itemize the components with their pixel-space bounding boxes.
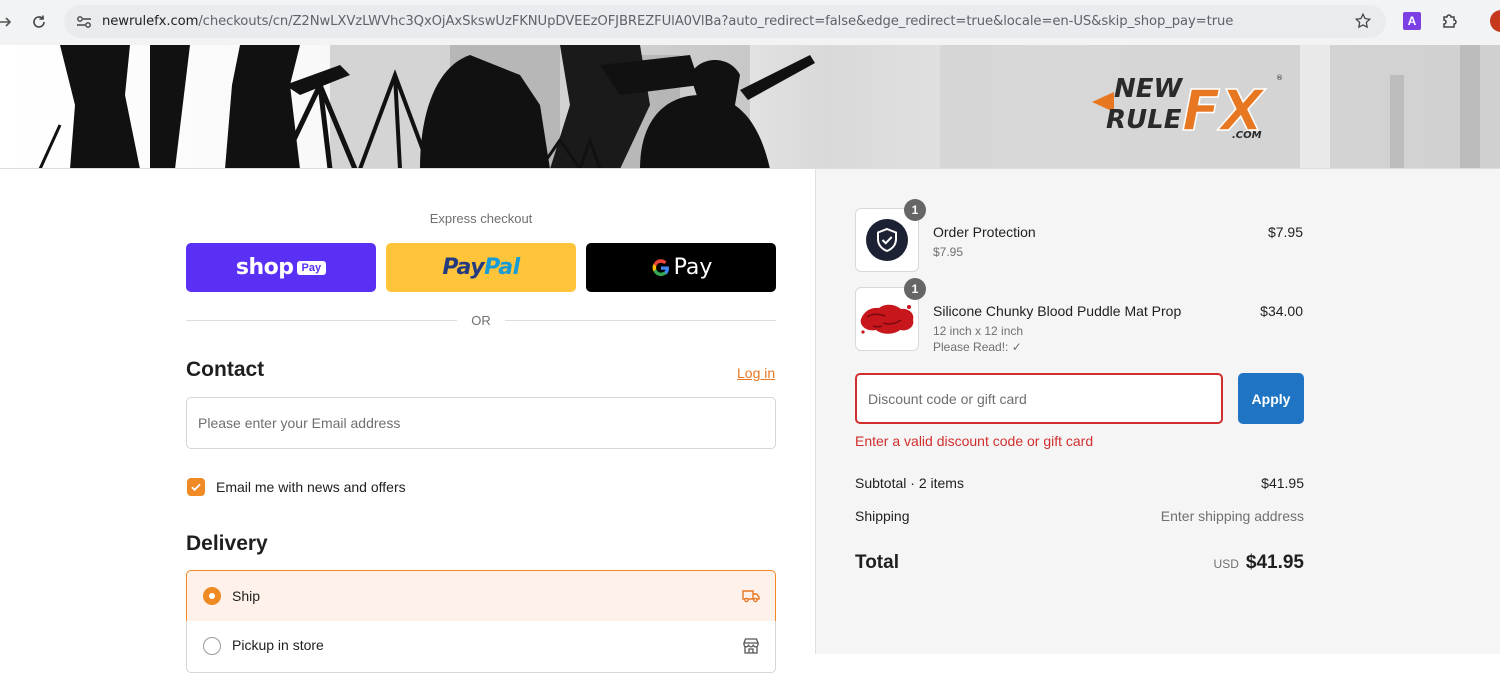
google-pay-button[interactable]: Pay	[586, 243, 776, 292]
pickup-radio[interactable]	[203, 637, 221, 655]
discount-code-input[interactable]	[855, 373, 1223, 424]
checkmark-icon	[191, 483, 201, 492]
shop-pay-badge: Pay	[296, 260, 327, 275]
subtotal-row: Subtotal · 2 items $41.95	[855, 475, 1304, 491]
apply-discount-button[interactable]: Apply	[1238, 373, 1304, 424]
express-checkout-label: Express checkout	[429, 211, 533, 226]
discount-error-message: Enter a valid discount code or gift card	[855, 433, 1094, 449]
quantity-badge: 1	[904, 278, 926, 300]
line-item: 1 Order Protection $7.95 $7.95	[855, 199, 1303, 274]
shop-pay-button[interactable]: shop Pay	[186, 243, 376, 292]
total-value: $41.95	[1245, 552, 1304, 573]
log-in-link[interactable]: Log in	[737, 365, 775, 381]
total-label: Total	[855, 552, 899, 573]
shipping-value: Enter shipping address	[1160, 508, 1304, 524]
paypal-logo: PayPal	[442, 255, 520, 280]
svg-text:®: ®	[1276, 74, 1282, 82]
item-price: $34.00	[1260, 303, 1303, 319]
svg-text:RULE: RULE	[1106, 105, 1182, 135]
pickup-label: Pickup in store	[232, 637, 324, 653]
store-banner: NEW RULE FX .COM ®	[0, 45, 1500, 169]
profile-avatar[interactable]	[1490, 10, 1500, 32]
item-name: Silicone Chunky Blood Puddle Mat Prop	[933, 303, 1182, 319]
store-icon	[743, 638, 759, 654]
blood-puddle-image	[860, 304, 914, 334]
line-item: 1 Silicone Chunky Blood Puddle Mat Prop …	[855, 278, 1303, 354]
item-variant: 12 inch x 12 inch	[933, 324, 1024, 338]
checkout-form: Express checkout shop Pay PayPal Pay OR …	[0, 169, 815, 673]
quantity-badge: 1	[904, 199, 926, 221]
shop-pay-logo-text: shop	[235, 255, 294, 280]
extensions-puzzle-icon[interactable]	[1440, 11, 1460, 31]
subtotal-label: Subtotal · 2 items	[855, 475, 964, 491]
order-summary: 1 Order Protection $7.95 $7.95 1 Silicon…	[815, 169, 1500, 654]
contact-heading: Contact	[186, 358, 265, 381]
truck-icon	[742, 590, 760, 603]
paypal-button[interactable]: PayPal	[386, 243, 576, 292]
ship-label: Ship	[232, 588, 261, 604]
shipping-label: Shipping	[855, 508, 910, 524]
newsletter-checkbox[interactable]	[187, 478, 205, 496]
svg-text:NEW: NEW	[1114, 74, 1184, 104]
delivery-option-ship[interactable]: Ship	[186, 570, 776, 622]
newsletter-checkbox-row[interactable]: Email me with news and offers	[187, 478, 406, 496]
google-pay-logo: Pay	[650, 255, 712, 280]
item-option: Please Read!: ✓	[933, 340, 1022, 354]
item-variant: $7.95	[933, 245, 964, 259]
url-text: newrulefx.com/checkouts/cn/Z2NwLXVzLWVhc…	[102, 14, 1234, 29]
newrulefx-logo[interactable]: NEW RULE FX .COM ®	[1092, 70, 1282, 145]
site-settings-icon[interactable]	[74, 12, 94, 32]
delivery-heading: Delivery	[186, 532, 268, 555]
reload-icon[interactable]	[28, 11, 50, 33]
newsletter-label: Email me with news and offers	[216, 479, 406, 495]
or-divider: OR	[186, 312, 776, 328]
item-name: Order Protection	[933, 224, 1036, 240]
address-bar[interactable]: newrulefx.com/checkouts/cn/Z2NwLXVzLWVhc…	[64, 5, 1386, 38]
extension-icon[interactable]: A	[1403, 12, 1421, 30]
total-row: Total USD $41.95	[855, 552, 1304, 580]
or-label: OR	[471, 312, 491, 328]
item-price: $7.95	[1267, 224, 1303, 240]
ship-radio[interactable]	[203, 587, 221, 605]
bookmark-star-icon[interactable]	[1354, 12, 1372, 30]
svg-text:.COM: .COM	[1232, 130, 1262, 141]
currency-code: USD	[1213, 557, 1239, 571]
browser-toolbar: newrulefx.com/checkouts/cn/Z2NwLXVzLWVhc…	[0, 0, 1500, 45]
delivery-option-pickup[interactable]: Pickup in store	[186, 621, 776, 673]
shipping-row: Shipping Enter shipping address	[855, 508, 1304, 524]
email-input[interactable]	[186, 397, 776, 449]
shield-check-icon	[866, 219, 908, 261]
google-g-icon	[652, 258, 669, 276]
forward-icon[interactable]	[0, 11, 16, 33]
subtotal-value: $41.95	[1261, 475, 1304, 491]
